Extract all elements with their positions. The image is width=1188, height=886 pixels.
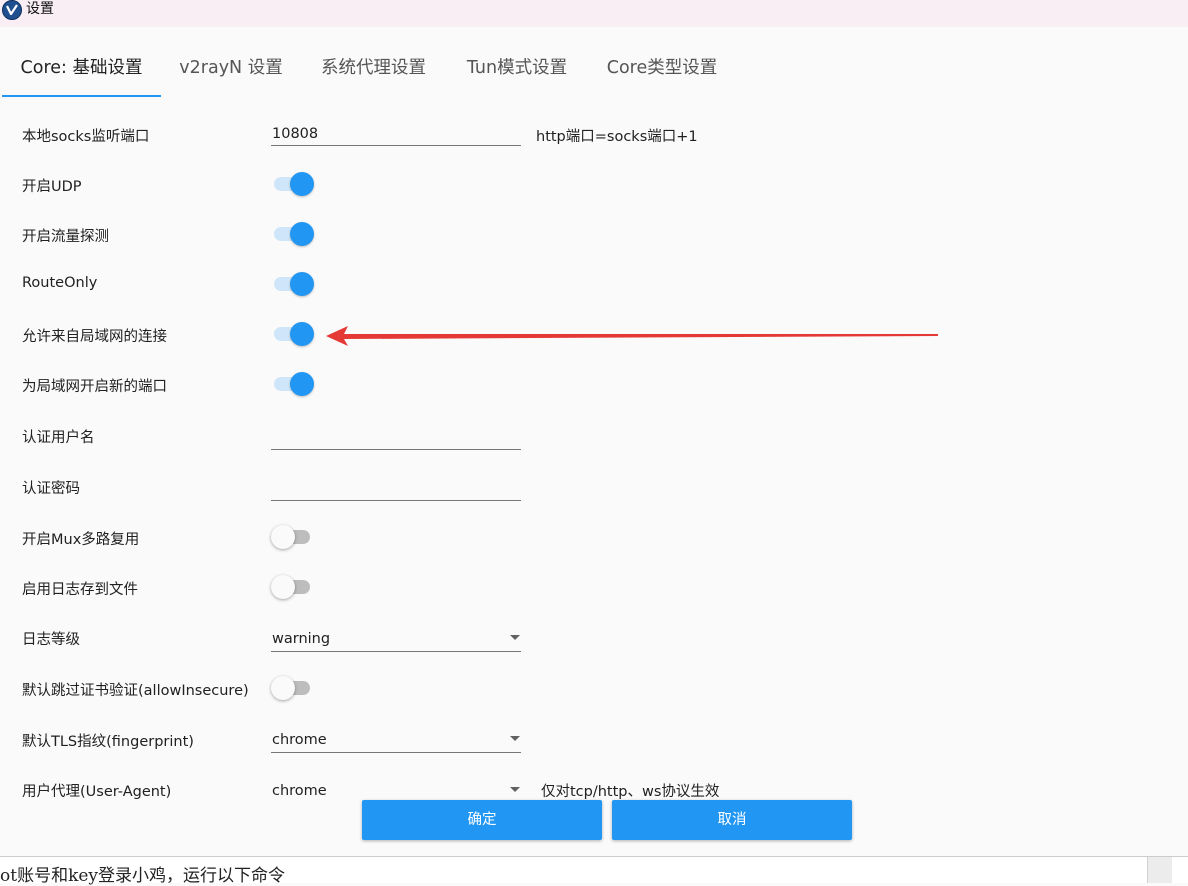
auth-user-label: 认证用户名 [22, 430, 95, 446]
log-to-file-label: 启用日志存到文件 [22, 582, 138, 598]
user-agent-value: chrome [272, 783, 327, 799]
socks-port-input[interactable] [271, 122, 521, 146]
socks-port-label: 本地socks监听端口 [22, 129, 150, 145]
chevron-down-icon [510, 736, 520, 741]
udp-toggle[interactable] [271, 169, 315, 199]
socks-port-hint: http端口=socks端口+1 [536, 129, 698, 145]
route-only-toggle[interactable] [271, 269, 315, 299]
log-level-label: 日志等级 [22, 632, 80, 648]
route-only-label: RouteOnly [22, 275, 98, 291]
user-agent-label: 用户代理(User-Agent) [22, 784, 172, 800]
mux-label: 开启Mux多路复用 [22, 532, 140, 548]
annotation-arrow [326, 326, 938, 346]
fingerprint-label: 默认TLS指纹(fingerprint) [22, 734, 194, 750]
fingerprint-value: chrome [272, 732, 327, 748]
log-level-value: warning [272, 631, 331, 647]
title-bar: 设置 [0, 0, 1188, 27]
ok-button[interactable]: 确定 [362, 800, 602, 840]
settings-tabs: Core: 基础设置 v2rayN 设置 系统代理设置 Tun模式设置 Core… [0, 46, 1188, 98]
background-window: ot账号和key登录小鸡，运行以下命令 [0, 856, 1188, 886]
tab-core-basic[interactable]: Core: 基础设置 [2, 46, 161, 96]
active-tab-indicator [2, 95, 161, 97]
scrollbar[interactable] [1147, 857, 1172, 883]
auth-user-input[interactable] [271, 426, 521, 450]
tab-v2rayn-settings[interactable]: v2rayN 设置 [161, 46, 301, 96]
window-title: 设置 [26, 1, 54, 17]
log-level-select[interactable]: warning [271, 628, 521, 652]
cancel-button[interactable]: 取消 [612, 800, 852, 840]
sniffing-toggle[interactable] [271, 219, 315, 249]
chevron-down-icon [510, 635, 520, 640]
udp-label: 开启UDP [22, 179, 82, 195]
sniffing-label: 开启流量探测 [22, 229, 109, 245]
v2rayn-logo-icon [2, 0, 22, 20]
auth-pass-label: 认证密码 [22, 481, 80, 497]
allow-lan-label: 允许来自局域网的连接 [22, 329, 167, 345]
background-window-text: ot账号和key登录小鸡，运行以下命令 [0, 866, 286, 886]
tab-tun-mode[interactable]: Tun模式设置 [446, 46, 588, 96]
chevron-down-icon [510, 787, 520, 792]
mux-toggle[interactable] [271, 522, 315, 552]
allow-lan-toggle[interactable] [271, 319, 315, 349]
auth-pass-input[interactable] [271, 477, 521, 501]
user-agent-hint: 仅对tcp/http、ws协议生效 [541, 784, 720, 800]
tab-system-proxy[interactable]: 系统代理设置 [301, 46, 446, 96]
tab-core-type[interactable]: Core类型设置 [588, 46, 736, 96]
allow-insecure-toggle[interactable] [271, 673, 315, 703]
lan-new-port-toggle[interactable] [271, 369, 315, 399]
allow-insecure-label: 默认跳过证书验证(allowInsecure) [22, 683, 249, 699]
log-to-file-toggle[interactable] [271, 572, 315, 602]
lan-new-port-label: 为局域网开启新的端口 [22, 379, 167, 395]
fingerprint-select[interactable]: chrome [271, 729, 521, 753]
